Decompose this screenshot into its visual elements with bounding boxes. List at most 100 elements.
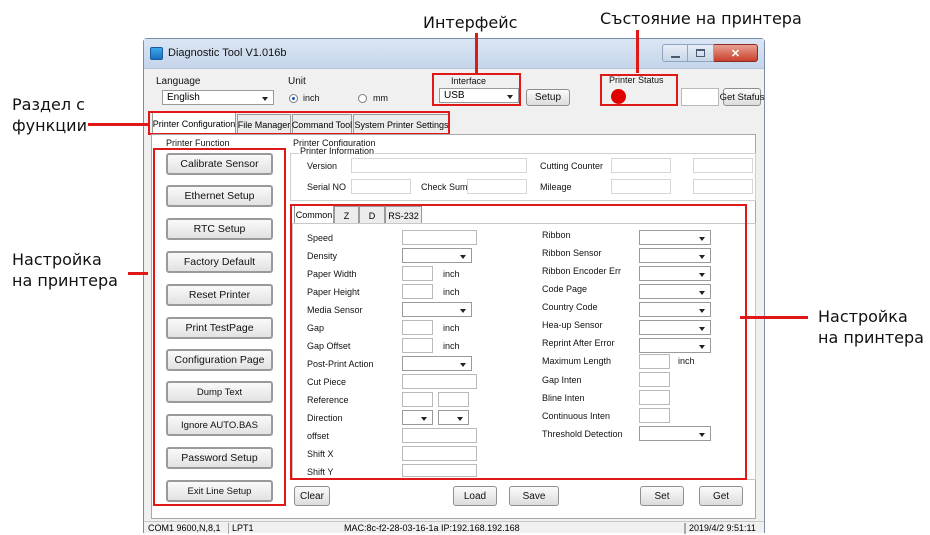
get-button[interactable]: Get	[699, 486, 743, 506]
language-label: Language	[156, 76, 201, 87]
reprint-after-error-label: Reprint After Error	[542, 338, 615, 348]
paper-height-field[interactable]	[402, 284, 433, 299]
country-code-select[interactable]	[639, 302, 711, 317]
direction-label: Direction	[307, 413, 343, 423]
close-icon: ✕	[730, 47, 741, 60]
offset-field[interactable]	[402, 428, 477, 443]
paper-height-unit: inch	[443, 287, 460, 297]
shift-x-label: Shift X	[307, 449, 334, 459]
unit-mm-radio[interactable]	[358, 94, 367, 103]
dump-text-button[interactable]: Dump Text	[166, 381, 273, 403]
head-up-sensor-select[interactable]	[639, 320, 711, 335]
gap-field[interactable]	[402, 320, 433, 335]
unit-inch-label: inch	[303, 93, 320, 103]
maximize-button[interactable]	[688, 44, 714, 62]
cut-piece-label: Cut Piece	[307, 377, 347, 387]
ribbon-encoder-err-select[interactable]	[639, 266, 711, 281]
load-button[interactable]: Load	[453, 486, 497, 506]
speed-label: Speed	[307, 233, 334, 243]
version-field	[351, 158, 527, 173]
callout-interface: Интерфейс	[423, 13, 518, 32]
gap-unit: inch	[443, 323, 460, 333]
cutting-counter-field-2	[693, 158, 753, 173]
printer-information-label: Printer Information	[299, 146, 376, 156]
close-button[interactable]: ✕	[714, 44, 758, 62]
unit-inch-radio[interactable]	[289, 94, 298, 103]
direction-select-2[interactable]	[438, 410, 469, 425]
threshold-detection-select[interactable]	[639, 426, 711, 441]
ribbon-sensor-label: Ribbon Sensor	[542, 248, 602, 258]
configuration-page-button[interactable]: Configuration Page	[166, 349, 273, 371]
gap-inten-label: Gap Inten	[542, 375, 582, 385]
gap-offset-label: Gap Offset	[307, 341, 351, 351]
maximum-length-field[interactable]	[639, 354, 670, 369]
media-sensor-select[interactable]	[402, 302, 472, 317]
set-button[interactable]: Set	[640, 486, 684, 506]
check-sum-field	[467, 179, 527, 194]
continuous-inten-label: Continuous Inten	[542, 411, 611, 421]
rtc-setup-button[interactable]: RTC Setup	[166, 218, 273, 240]
callout-settings-left-2: на принтера	[12, 271, 118, 290]
offset-label: offset	[307, 431, 329, 441]
reference-y-field[interactable]	[438, 392, 469, 407]
status-lpt: LPT1	[228, 523, 254, 534]
code-page-select[interactable]	[639, 284, 711, 299]
exit-line-setup-button[interactable]: Exit Line Setup	[166, 480, 273, 502]
gap-offset-field[interactable]	[402, 338, 433, 353]
continuous-inten-field[interactable]	[639, 408, 670, 423]
post-print-action-label: Post-Print Action	[307, 359, 374, 369]
interface-connector	[475, 33, 478, 73]
shift-y-field[interactable]	[402, 464, 477, 477]
check-sum-label: Check Sum	[421, 182, 468, 192]
head-up-sensor-label: Hea-up Sensor	[542, 320, 603, 330]
callout-settings-right-1: Настройка	[818, 307, 908, 326]
save-button[interactable]: Save	[509, 486, 559, 506]
print-testpage-button[interactable]: Print TestPage	[166, 317, 273, 339]
reference-x-field[interactable]	[402, 392, 433, 407]
speed-field[interactable]	[402, 230, 477, 245]
shift-x-field[interactable]	[402, 446, 477, 461]
reset-printer-button[interactable]: Reset Printer	[166, 284, 273, 306]
ignore-auto-bas-button[interactable]: Ignore AUTO.BAS	[166, 414, 273, 436]
country-code-label: Country Code	[542, 302, 598, 312]
maximum-length-label: Maximum Length	[542, 356, 612, 366]
ribbon-label: Ribbon	[542, 230, 571, 240]
paper-width-label: Paper Width	[307, 269, 357, 279]
printer-status-highlight	[600, 74, 678, 106]
cut-piece-field[interactable]	[402, 374, 477, 389]
clear-button[interactable]: Clear	[294, 486, 330, 506]
function-tabs-highlight	[148, 111, 450, 135]
paper-width-unit: inch	[443, 269, 460, 279]
density-select[interactable]	[402, 248, 472, 263]
status-text-box	[681, 88, 719, 106]
reprint-after-error-select[interactable]	[639, 338, 711, 353]
direction-select-1[interactable]	[402, 410, 433, 425]
ethernet-setup-button[interactable]: Ethernet Setup	[166, 185, 273, 207]
media-sensor-label: Media Sensor	[307, 305, 363, 315]
mileage-field	[611, 179, 671, 194]
factory-default-button[interactable]: Factory Default	[166, 251, 273, 273]
get-status-button[interactable]: Get Stafus	[720, 88, 764, 106]
gap-label: Gap	[307, 323, 325, 333]
mileage-label: Mileage	[540, 182, 572, 192]
callout-settings-right-2: на принтера	[818, 328, 924, 347]
app-icon	[150, 47, 163, 60]
callout-functions-1: Раздел с	[12, 95, 85, 114]
ribbon-select[interactable]	[639, 230, 711, 245]
post-print-action-select[interactable]	[402, 356, 472, 371]
window-controls: ✕	[662, 44, 758, 62]
settings-right-connector	[740, 316, 808, 319]
setup-button[interactable]: Setup	[526, 89, 570, 106]
minimize-button[interactable]	[662, 44, 688, 62]
paper-width-field[interactable]	[402, 266, 433, 281]
code-page-label: Code Page	[542, 284, 588, 294]
interface-highlight	[432, 73, 521, 106]
language-select[interactable]: English	[162, 90, 274, 105]
password-setup-button[interactable]: Password Setup	[166, 447, 273, 469]
calibrate-sensor-button[interactable]: Calibrate Sensor	[166, 153, 273, 175]
gap-inten-field[interactable]	[639, 372, 670, 387]
ribbon-encoder-err-label: Ribbon Encoder Err	[542, 266, 622, 276]
ribbon-sensor-select[interactable]	[639, 248, 711, 263]
bline-inten-field[interactable]	[639, 390, 670, 405]
paper-height-label: Paper Height	[307, 287, 360, 297]
